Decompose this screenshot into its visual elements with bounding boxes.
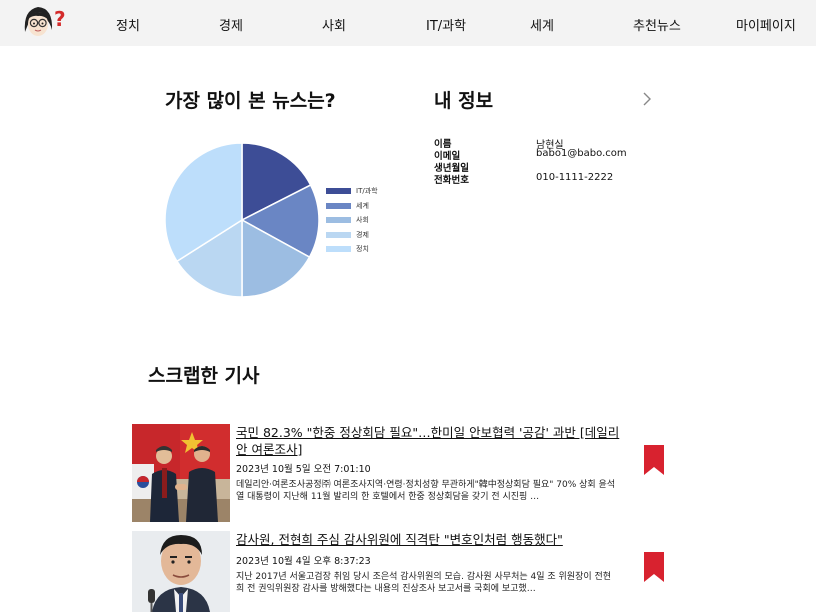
article-title[interactable]: 감사원, 전현희 주심 감사위원에 직격탄 "변호인처럼 행동했다" <box>236 531 624 548</box>
nav-item-society[interactable]: 사회 <box>322 15 346 34</box>
info-value-phone: 010-1111-2222 <box>536 172 614 183</box>
legend-label: 정치 <box>356 245 369 253</box>
article-summary: 데일리안·여론조사공정㈜ 여론조사지역·연령·정치성향 무관하게"韓中정상회담 … <box>236 480 616 502</box>
article-item: 감사원, 전현희 주심 감사위원에 직격탄 "변호인처럼 행동했다" 2023년… <box>132 531 692 612</box>
bookmark-icon[interactable] <box>644 445 664 475</box>
legend-swatch <box>326 246 351 252</box>
nav-item-politics[interactable]: 정치 <box>116 15 140 34</box>
my-info-title: 내 정보 <box>434 90 494 112</box>
article-thumbnail[interactable] <box>132 531 230 612</box>
legend-label: IT/과학 <box>356 187 378 195</box>
info-label-phone: 전화번호 <box>434 175 469 186</box>
nav-item-world[interactable]: 세계 <box>530 15 554 34</box>
bookmark-icon[interactable] <box>644 552 664 582</box>
legend-swatch <box>326 188 351 194</box>
legend-label: 세계 <box>356 201 369 210</box>
legend-label: 경제 <box>356 230 369 239</box>
top-nav: ? 정치 경제 사회 IT/과학 세계 추천뉴스 마이페이지 <box>0 0 816 46</box>
scrap-title: 스크랩한 기사 <box>148 365 260 387</box>
svg-text:?: ? <box>54 7 66 31</box>
legend-label: 사회 <box>356 216 369 224</box>
nav-item-mypage[interactable]: 마이페이지 <box>736 15 796 34</box>
nav-item-economy[interactable]: 경제 <box>219 15 243 34</box>
article-summary: 지난 2017년 서울고검장 취임 당시 조은석 감사위원의 모습. 감사원 사… <box>236 572 612 594</box>
article-title[interactable]: 국민 82.3% "한중 정상회담 필요"…한미일 안보협력 '공감' 과반 [… <box>236 424 624 458</box>
most-viewed-title: 가장 많이 본 뉴스는? <box>165 90 336 112</box>
logo-icon[interactable]: ? <box>21 2 71 42</box>
article-date: 2023년 10월 5일 오전 7:01:10 <box>236 464 371 475</box>
legend-swatch <box>326 217 351 223</box>
news-pie-chart <box>164 142 320 298</box>
nav-item-recommended[interactable]: 추천뉴스 <box>633 15 681 34</box>
legend-swatch <box>326 202 351 209</box>
article-date: 2023년 10월 4일 오후 8:37:23 <box>236 556 371 567</box>
legend-swatch <box>326 231 351 238</box>
nav-item-it-science[interactable]: IT/과학 <box>426 15 466 34</box>
article-thumbnail[interactable] <box>132 424 230 522</box>
info-value-email: babo1@babo.com <box>536 148 627 159</box>
chevron-right-icon[interactable] <box>640 90 654 108</box>
article-item: 국민 82.3% "한중 정상회담 필요"…한미일 안보협력 '공감' 과반 [… <box>132 424 692 524</box>
